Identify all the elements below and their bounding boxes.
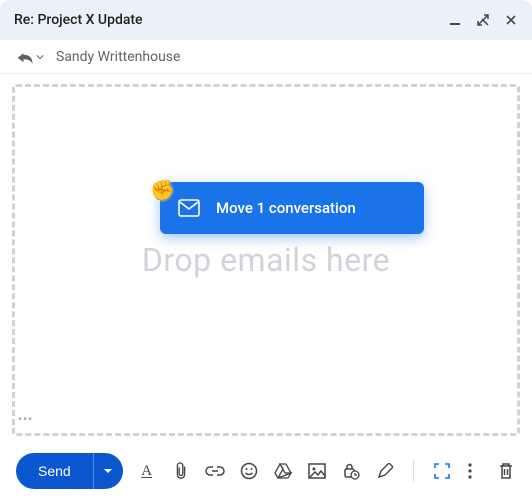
link-icon bbox=[205, 465, 225, 477]
minimize-button[interactable] bbox=[448, 13, 462, 27]
pen-icon bbox=[377, 463, 393, 479]
insert-signature-button[interactable] bbox=[375, 461, 395, 481]
send-button-group: Send bbox=[16, 453, 123, 489]
compose-title: Re: Project X Update bbox=[14, 12, 448, 28]
close-button[interactable] bbox=[504, 13, 518, 27]
titlebar-actions bbox=[448, 13, 518, 27]
recipients-row: Sandy Writtenhouse bbox=[0, 40, 532, 74]
insert-link-button[interactable] bbox=[205, 461, 225, 481]
chevron-down-icon bbox=[36, 53, 44, 61]
drop-zone-placeholder: Drop emails here bbox=[142, 241, 390, 279]
kebab-icon bbox=[468, 463, 472, 479]
reply-icon bbox=[16, 50, 34, 64]
discard-draft-button[interactable] bbox=[496, 461, 516, 481]
attach-file-button[interactable] bbox=[171, 461, 191, 481]
compose-toolbar: Send A bbox=[0, 442, 532, 500]
drag-pill-label: Move 1 conversation bbox=[216, 199, 356, 217]
toolbar-divider bbox=[413, 460, 414, 482]
formatting-options-button[interactable]: A bbox=[137, 461, 157, 481]
recipient-name[interactable]: Sandy Writtenhouse bbox=[56, 49, 180, 65]
send-options-button[interactable] bbox=[93, 453, 123, 489]
lock-clock-icon bbox=[342, 462, 360, 480]
drive-icon bbox=[274, 463, 292, 479]
fullscreen-toggle-button[interactable] bbox=[432, 461, 452, 481]
emoji-icon bbox=[240, 462, 258, 480]
mail-icon bbox=[178, 199, 200, 217]
insert-image-button[interactable] bbox=[307, 461, 327, 481]
insert-drive-button[interactable] bbox=[273, 461, 293, 481]
more-options-button[interactable] bbox=[460, 461, 480, 481]
format-icons: A bbox=[137, 460, 454, 482]
paperclip-icon bbox=[173, 462, 189, 480]
compose-titlebar: Re: Project X Update bbox=[0, 0, 532, 40]
send-button[interactable]: Send bbox=[16, 453, 93, 489]
reply-type-button[interactable] bbox=[16, 50, 44, 64]
popout-button[interactable] bbox=[476, 13, 490, 27]
trash-icon bbox=[498, 462, 514, 480]
fullscreen-icon bbox=[432, 462, 452, 480]
image-icon bbox=[308, 463, 326, 479]
quoted-text-toggle[interactable]: ••• bbox=[18, 412, 33, 426]
chevron-down-icon bbox=[103, 466, 113, 476]
drop-zone[interactable]: Drop emails here bbox=[12, 84, 520, 436]
compose-window: Re: Project X Update Sandy Writtenhouse … bbox=[0, 0, 532, 500]
drag-conversation-pill[interactable]: Move 1 conversation bbox=[160, 182, 424, 234]
confidential-mode-button[interactable] bbox=[341, 461, 361, 481]
insert-emoji-button[interactable] bbox=[239, 461, 259, 481]
toolbar-right bbox=[460, 461, 516, 481]
compose-body-area[interactable]: Drop emails here ✊ Move 1 conversation •… bbox=[0, 74, 532, 442]
